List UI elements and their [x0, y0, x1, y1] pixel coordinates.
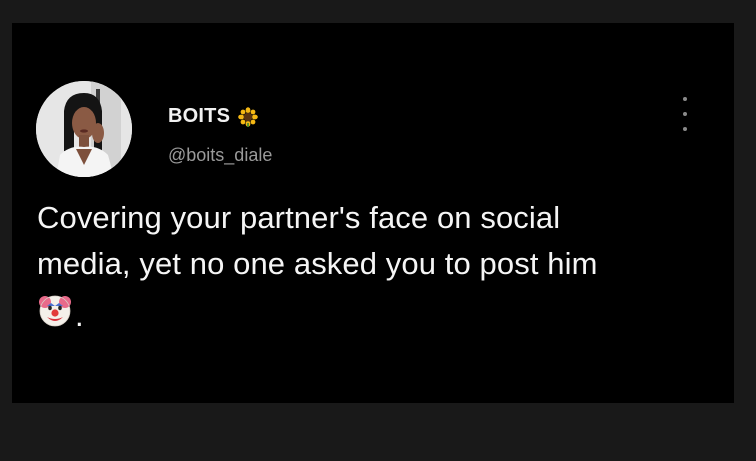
- author-name-row[interactable]: BOITS: [168, 105, 258, 128]
- clown-face-icon: [39, 295, 71, 327]
- tweet-text-line-3: .: [37, 287, 717, 333]
- tweet-text-line-2: media, yet no one asked you to post him: [37, 246, 598, 281]
- sunflower-icon: [238, 106, 258, 127]
- avatar[interactable]: [36, 81, 132, 177]
- tweet-text-end: .: [75, 298, 84, 333]
- display-name[interactable]: BOITS: [168, 105, 230, 128]
- user-handle[interactable]: @boits_diale: [168, 145, 272, 166]
- more-options-icon[interactable]: [678, 97, 692, 131]
- more-dot: [683, 127, 687, 131]
- tweet-card: BOITS @boits_diale Covering your partner…: [12, 23, 734, 403]
- screenshot-frame: BOITS @boits_diale Covering your partner…: [0, 0, 756, 461]
- tweet-text-line-1: Covering your partner's face on social: [37, 200, 561, 235]
- avatar-photo: [36, 81, 132, 177]
- more-dot: [683, 97, 687, 101]
- tweet-text: Covering your partner's face on social m…: [37, 195, 717, 333]
- more-dot: [683, 112, 687, 116]
